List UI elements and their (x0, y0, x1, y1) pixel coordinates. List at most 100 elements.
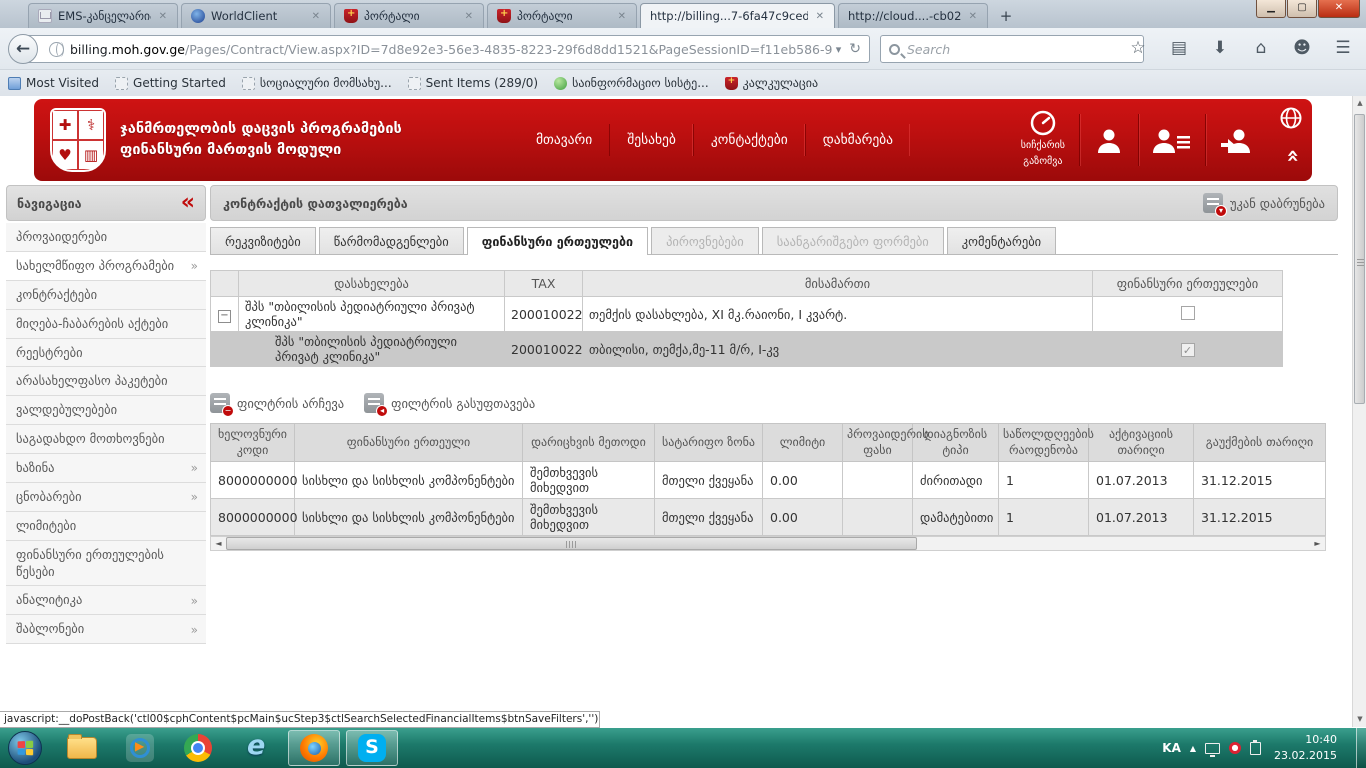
financial-unit-checkbox[interactable]: ✓ (1181, 343, 1195, 357)
sidebar-item-4[interactable]: რეესტრები (6, 339, 206, 368)
clear-filter-button[interactable]: ◂ფილტრის გასუფთავება (364, 393, 535, 413)
search-box[interactable]: Search (880, 35, 1144, 63)
tab-რეკვიზიტები[interactable]: რეკვიზიტები (210, 227, 316, 254)
horizontal-scrollbar[interactable]: ◄ ► (210, 536, 1326, 551)
taskbar-app-explorer[interactable] (56, 730, 108, 766)
bookmark-item-0[interactable]: Most Visited (8, 76, 99, 90)
tab-წარმომადგენლები[interactable]: წარმომადგენლები (319, 227, 464, 254)
sidebar-item-8[interactable]: ხაზინა» (6, 454, 206, 483)
filter-buttons: −ფილტრის არჩევა ◂ფილტრის გასუფთავება (210, 393, 1338, 413)
speed-test-button[interactable]: სიჩქარის გაზომვა (1021, 110, 1065, 170)
fin-cell-1: სისხლი და სისხლის კომპონენტები (295, 499, 523, 536)
bookmark-item-2[interactable]: სოციალური მომსახუ... (242, 76, 392, 90)
sidebar-item-13[interactable]: შაბლონები» (6, 615, 206, 644)
tab-close-icon[interactable]: ✕ (616, 11, 628, 22)
bookmark-item-3[interactable]: Sent Items (289/0) (408, 76, 538, 90)
site-identity-globe-icon[interactable] (49, 42, 64, 57)
language-indicator[interactable]: KA (1162, 741, 1181, 755)
url-bar[interactable]: billing.moh.gov.ge/Pages/Contract/View.a… (24, 35, 870, 63)
tab-close-icon[interactable]: ✕ (463, 11, 475, 22)
sidebar-item-0[interactable]: პროვაიდერები (6, 223, 206, 252)
taskbar-app-skype[interactable]: S (346, 730, 398, 766)
tab-close-icon[interactable]: ✕ (310, 11, 322, 22)
sidebar-item-label: საგადახდო მოთხოვნები (16, 431, 198, 448)
bookmark-item-5[interactable]: კალკულაცია (725, 76, 818, 90)
horizontal-scrollbar-thumb[interactable] (226, 537, 917, 550)
contacts-button[interactable] (1153, 126, 1191, 154)
tab-close-icon[interactable]: ✕ (157, 11, 169, 22)
browser-tab-4[interactable]: http://billing...7-6fa47c9ced92✕ (640, 3, 835, 28)
browser-tab-3[interactable]: პორტალი✕ (487, 3, 637, 28)
downloads-icon[interactable]: ⬇ (1207, 35, 1233, 61)
logout-button[interactable] (1220, 126, 1254, 154)
site-nav-item-2[interactable]: კონტაქტები (693, 124, 805, 156)
browser-tab-1[interactable]: WorldClient✕ (181, 3, 331, 28)
sidebar-item-5[interactable]: არასახელფასო პაკეტები (6, 367, 206, 396)
site-nav-item-0[interactable]: მთავარი (519, 124, 609, 156)
browser-tab-0[interactable]: EMS-კანცელარია✕ (28, 3, 178, 28)
network-icon[interactable] (1205, 743, 1220, 754)
fin-cell-2: შემთხვევის მიხედვით (523, 499, 655, 536)
chevron-right-icon: » (191, 623, 198, 637)
bookmark-star-icon[interactable]: ☆ (1125, 35, 1151, 61)
start-button[interactable] (8, 731, 42, 765)
select-filter-button[interactable]: −ფილტრის არჩევა (210, 393, 344, 413)
home-icon[interactable]: ⌂ (1248, 35, 1274, 61)
financial-unit-checkbox[interactable] (1181, 306, 1195, 320)
taskbar-app-chrome[interactable] (172, 730, 224, 766)
hidden-icons-arrow[interactable]: ▲ (1190, 744, 1196, 753)
taskbar-clock[interactable]: 10:40 23.02.2015 (1274, 732, 1337, 765)
sidebar-item-label: ვალდებულებები (16, 402, 198, 419)
back-button[interactable]: ← (8, 34, 38, 64)
action-center-icon[interactable] (1250, 742, 1261, 755)
minimize-button[interactable]: ▁ (1256, 0, 1286, 18)
notification-icon[interactable]: ● (1229, 742, 1241, 754)
language-globe-button[interactable] (1280, 107, 1302, 133)
taskbar-app-wmp[interactable] (114, 730, 166, 766)
sidebar-item-6[interactable]: ვალდებულებები (6, 396, 206, 425)
new-tab-button[interactable]: + (993, 5, 1019, 27)
close-button[interactable]: ✕ (1318, 0, 1360, 18)
bookmark-item-4[interactable]: საინფორმაციო სისტე... (554, 76, 709, 90)
sidebar-item-12[interactable]: ანალიტიკა» (6, 586, 206, 615)
return-back-button[interactable]: ▾ უკან დაბრუნება (1203, 193, 1325, 213)
tab-close-icon[interactable]: ✕ (814, 11, 826, 22)
url-subdomain: billing. (70, 42, 112, 57)
sidebar-item-11[interactable]: ფინანსური ერთეულების წესები (6, 541, 206, 587)
reload-icon[interactable]: ↻ (845, 41, 865, 57)
sidebar-item-10[interactable]: ლიმიტები (6, 512, 206, 541)
scroll-top-button[interactable]: » (1280, 151, 1304, 163)
org-checkbox-cell: ✓ (1093, 332, 1283, 367)
sidebar-collapse-icon[interactable]: « (181, 193, 195, 213)
tab-კომენტარები[interactable]: კომენტარები (947, 227, 1056, 254)
sidebar-item-1[interactable]: სახელმწიფო პროგრამები» (6, 252, 206, 281)
bookmarks-menu-icon[interactable]: ▤ (1166, 35, 1192, 61)
menu-icon[interactable]: ☰ (1330, 35, 1356, 61)
site-nav-item-3[interactable]: დახმარება (805, 124, 910, 156)
maximize-button[interactable]: ▢ (1287, 0, 1317, 18)
scroll-down-arrow[interactable]: ▼ (1353, 712, 1366, 727)
sidebar-item-7[interactable]: საგადახდო მოთხოვნები (6, 425, 206, 454)
scroll-up-arrow[interactable]: ▲ (1353, 96, 1366, 111)
chat-icon[interactable]: ☻ (1289, 35, 1315, 61)
collapse-icon[interactable]: − (218, 310, 231, 323)
taskbar-app-ie[interactable] (230, 730, 282, 766)
taskbar-app-firefox[interactable] (288, 730, 340, 766)
tab-close-icon[interactable]: ✕ (967, 11, 979, 22)
browser-tab-2[interactable]: პორტალი✕ (334, 3, 484, 28)
tab-ფინანსური ერთეულები[interactable]: ფინანსური ერთეულები (467, 227, 648, 255)
url-dropdown-icon[interactable]: ▾ (832, 43, 846, 56)
site-header: ✚⚕♥▥ ჯანმრთელობის დაცვის პროგრამების ფინ… (34, 99, 1312, 181)
show-desktop-button[interactable] (1356, 728, 1366, 768)
browser-tab-5[interactable]: http://cloud....-cb02ebf31f7c✕ (838, 3, 988, 28)
profile-button[interactable] (1094, 126, 1124, 154)
sidebar-item-2[interactable]: კონტრაქტები (6, 281, 206, 310)
sidebar-item-9[interactable]: ცნობარები» (6, 483, 206, 512)
bookmark-item-1[interactable]: Getting Started (115, 76, 226, 90)
site-nav-item-1[interactable]: შესახებ (609, 124, 693, 156)
scroll-left-arrow[interactable]: ◄ (211, 537, 226, 550)
vertical-scrollbar-thumb[interactable] (1354, 114, 1365, 404)
sidebar-item-3[interactable]: მიღება-ჩაბარების აქტები (6, 310, 206, 339)
vertical-scrollbar[interactable]: ▲ ▼ (1352, 96, 1366, 727)
scroll-right-arrow[interactable]: ► (1310, 537, 1325, 550)
